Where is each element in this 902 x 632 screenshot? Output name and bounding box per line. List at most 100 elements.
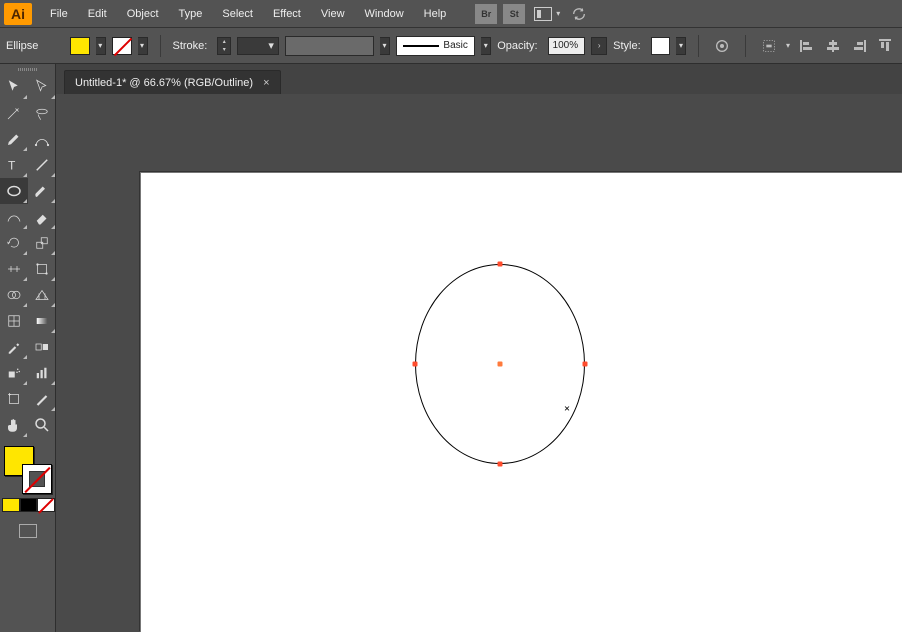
brush-definition-box[interactable] — [285, 36, 374, 56]
shape-builder-tool[interactable] — [0, 282, 28, 308]
cursor-icon — [5, 78, 23, 96]
width-tool[interactable] — [0, 256, 28, 282]
magic-wand-tool[interactable] — [0, 100, 28, 126]
perspective-icon — [33, 286, 51, 304]
menu-help[interactable]: Help — [414, 4, 457, 24]
menu-edit[interactable]: Edit — [78, 4, 117, 24]
align-top-button[interactable] — [874, 36, 896, 56]
anchor-right[interactable] — [583, 362, 588, 367]
ellipse-tool[interactable] — [0, 178, 28, 204]
workspace-switcher[interactable]: ▾ — [534, 7, 560, 21]
align-hcenter-icon — [825, 38, 841, 54]
hand-icon — [5, 416, 23, 434]
symbol-sprayer-tool[interactable] — [0, 360, 28, 386]
fill-dropdown[interactable]: ▾ — [96, 37, 106, 55]
recolor-artwork-button[interactable] — [711, 36, 733, 56]
eraser-tool[interactable] — [28, 204, 56, 230]
direct-selection-tool[interactable] — [28, 74, 56, 100]
slice-icon — [33, 390, 51, 408]
tool-grid: T — [0, 74, 55, 438]
separator — [160, 35, 161, 57]
eraser-icon — [33, 208, 51, 226]
artboard[interactable]: × — [140, 172, 902, 632]
fill-stroke-proxy[interactable] — [0, 444, 56, 494]
menu-type[interactable]: Type — [169, 4, 213, 24]
wand-icon — [5, 104, 23, 122]
blend-tool[interactable] — [28, 334, 56, 360]
graphic-style-dropdown[interactable]: ▾ — [676, 37, 686, 55]
width-icon — [5, 260, 23, 278]
color-mode-none[interactable] — [37, 498, 55, 512]
stroke-profile-dropdown[interactable]: ▾ — [481, 37, 491, 55]
type-tool[interactable]: T — [0, 152, 28, 178]
bridge-button[interactable]: Br — [475, 4, 497, 24]
stroke-dropdown[interactable]: ▾ — [138, 37, 148, 55]
screen-mode-button[interactable] — [19, 524, 37, 538]
stroke-profile-box[interactable]: Basic — [396, 36, 475, 56]
stroke-weight-stepper[interactable]: ▴▾ — [217, 37, 231, 55]
selection-tool[interactable] — [0, 74, 28, 100]
fill-color-swatch[interactable] — [70, 37, 90, 55]
align-left-button[interactable] — [796, 36, 818, 56]
perspective-grid-tool[interactable] — [28, 282, 56, 308]
curvature-tool[interactable] — [28, 126, 56, 152]
chevron-down-icon: ▾ — [556, 9, 560, 18]
menu-effect[interactable]: Effect — [263, 4, 311, 24]
artboard-tool[interactable] — [0, 386, 28, 412]
paintbrush-tool[interactable] — [28, 178, 56, 204]
opacity-flyout[interactable]: › — [591, 37, 607, 55]
gradient-tool[interactable] — [28, 308, 56, 334]
anchor-bottom[interactable] — [498, 462, 503, 467]
color-mode-color[interactable] — [2, 498, 20, 512]
eyedropper-icon — [5, 338, 23, 356]
brush-dropdown[interactable]: ▾ — [380, 37, 390, 55]
align-hcenter-button[interactable] — [822, 36, 844, 56]
rotate-tool[interactable] — [0, 230, 28, 256]
align-right-button[interactable] — [848, 36, 870, 56]
eyedropper-tool[interactable] — [0, 334, 28, 360]
zoom-tool[interactable] — [28, 412, 56, 438]
close-tab-button[interactable]: × — [263, 77, 269, 89]
zoom-icon — [33, 416, 51, 434]
menu-bar: Ai File Edit Object Type Select Effect V… — [0, 0, 902, 28]
color-mode-gradient[interactable] — [20, 498, 38, 512]
shaper-tool[interactable] — [0, 204, 28, 230]
lasso-tool[interactable] — [28, 100, 56, 126]
panel-grip[interactable] — [0, 64, 55, 74]
menu-window[interactable]: Window — [355, 4, 414, 24]
stroke-weight-label: Stroke: — [172, 40, 207, 52]
anchor-left[interactable] — [413, 362, 418, 367]
anchor-center[interactable] — [498, 362, 503, 367]
mesh-tool[interactable] — [0, 308, 28, 334]
graphic-style-swatch[interactable] — [651, 37, 671, 55]
align-top-icon — [877, 38, 893, 54]
menu-select[interactable]: Select — [212, 4, 263, 24]
stroke-proxy-swatch[interactable] — [22, 464, 52, 494]
stroke-weight-select[interactable]: ▾ — [237, 37, 279, 55]
ellipse-icon — [5, 182, 23, 200]
pen-tool[interactable] — [0, 126, 28, 152]
slice-tool[interactable] — [28, 386, 56, 412]
document-tab-title: Untitled-1* @ 66.67% (RGB/Outline) — [75, 77, 253, 89]
stock-button[interactable]: St — [503, 4, 525, 24]
document-tab[interactable]: Untitled-1* @ 66.67% (RGB/Outline) × — [64, 70, 281, 94]
column-graph-tool[interactable] — [28, 360, 56, 386]
hand-tool[interactable] — [0, 412, 28, 438]
align-to-button[interactable] — [758, 36, 780, 56]
menu-object[interactable]: Object — [117, 4, 169, 24]
scale-icon — [33, 234, 51, 252]
free-transform-tool[interactable] — [28, 256, 56, 282]
menu-view[interactable]: View — [311, 4, 355, 24]
scale-tool[interactable] — [28, 230, 56, 256]
stroke-color-swatch[interactable] — [112, 37, 132, 55]
menu-file[interactable]: File — [40, 4, 78, 24]
sync-settings-button[interactable] — [570, 6, 590, 22]
pen-icon — [5, 130, 23, 148]
stroke-profile-label: Basic — [443, 40, 467, 51]
line-segment-tool[interactable] — [28, 152, 56, 178]
opacity-value-field[interactable]: 100% — [548, 37, 586, 55]
canvas-area[interactable]: × — [56, 94, 902, 632]
anchor-top[interactable] — [498, 262, 503, 267]
active-tool-label: Ellipse — [6, 40, 60, 52]
mesh-icon — [5, 312, 23, 330]
